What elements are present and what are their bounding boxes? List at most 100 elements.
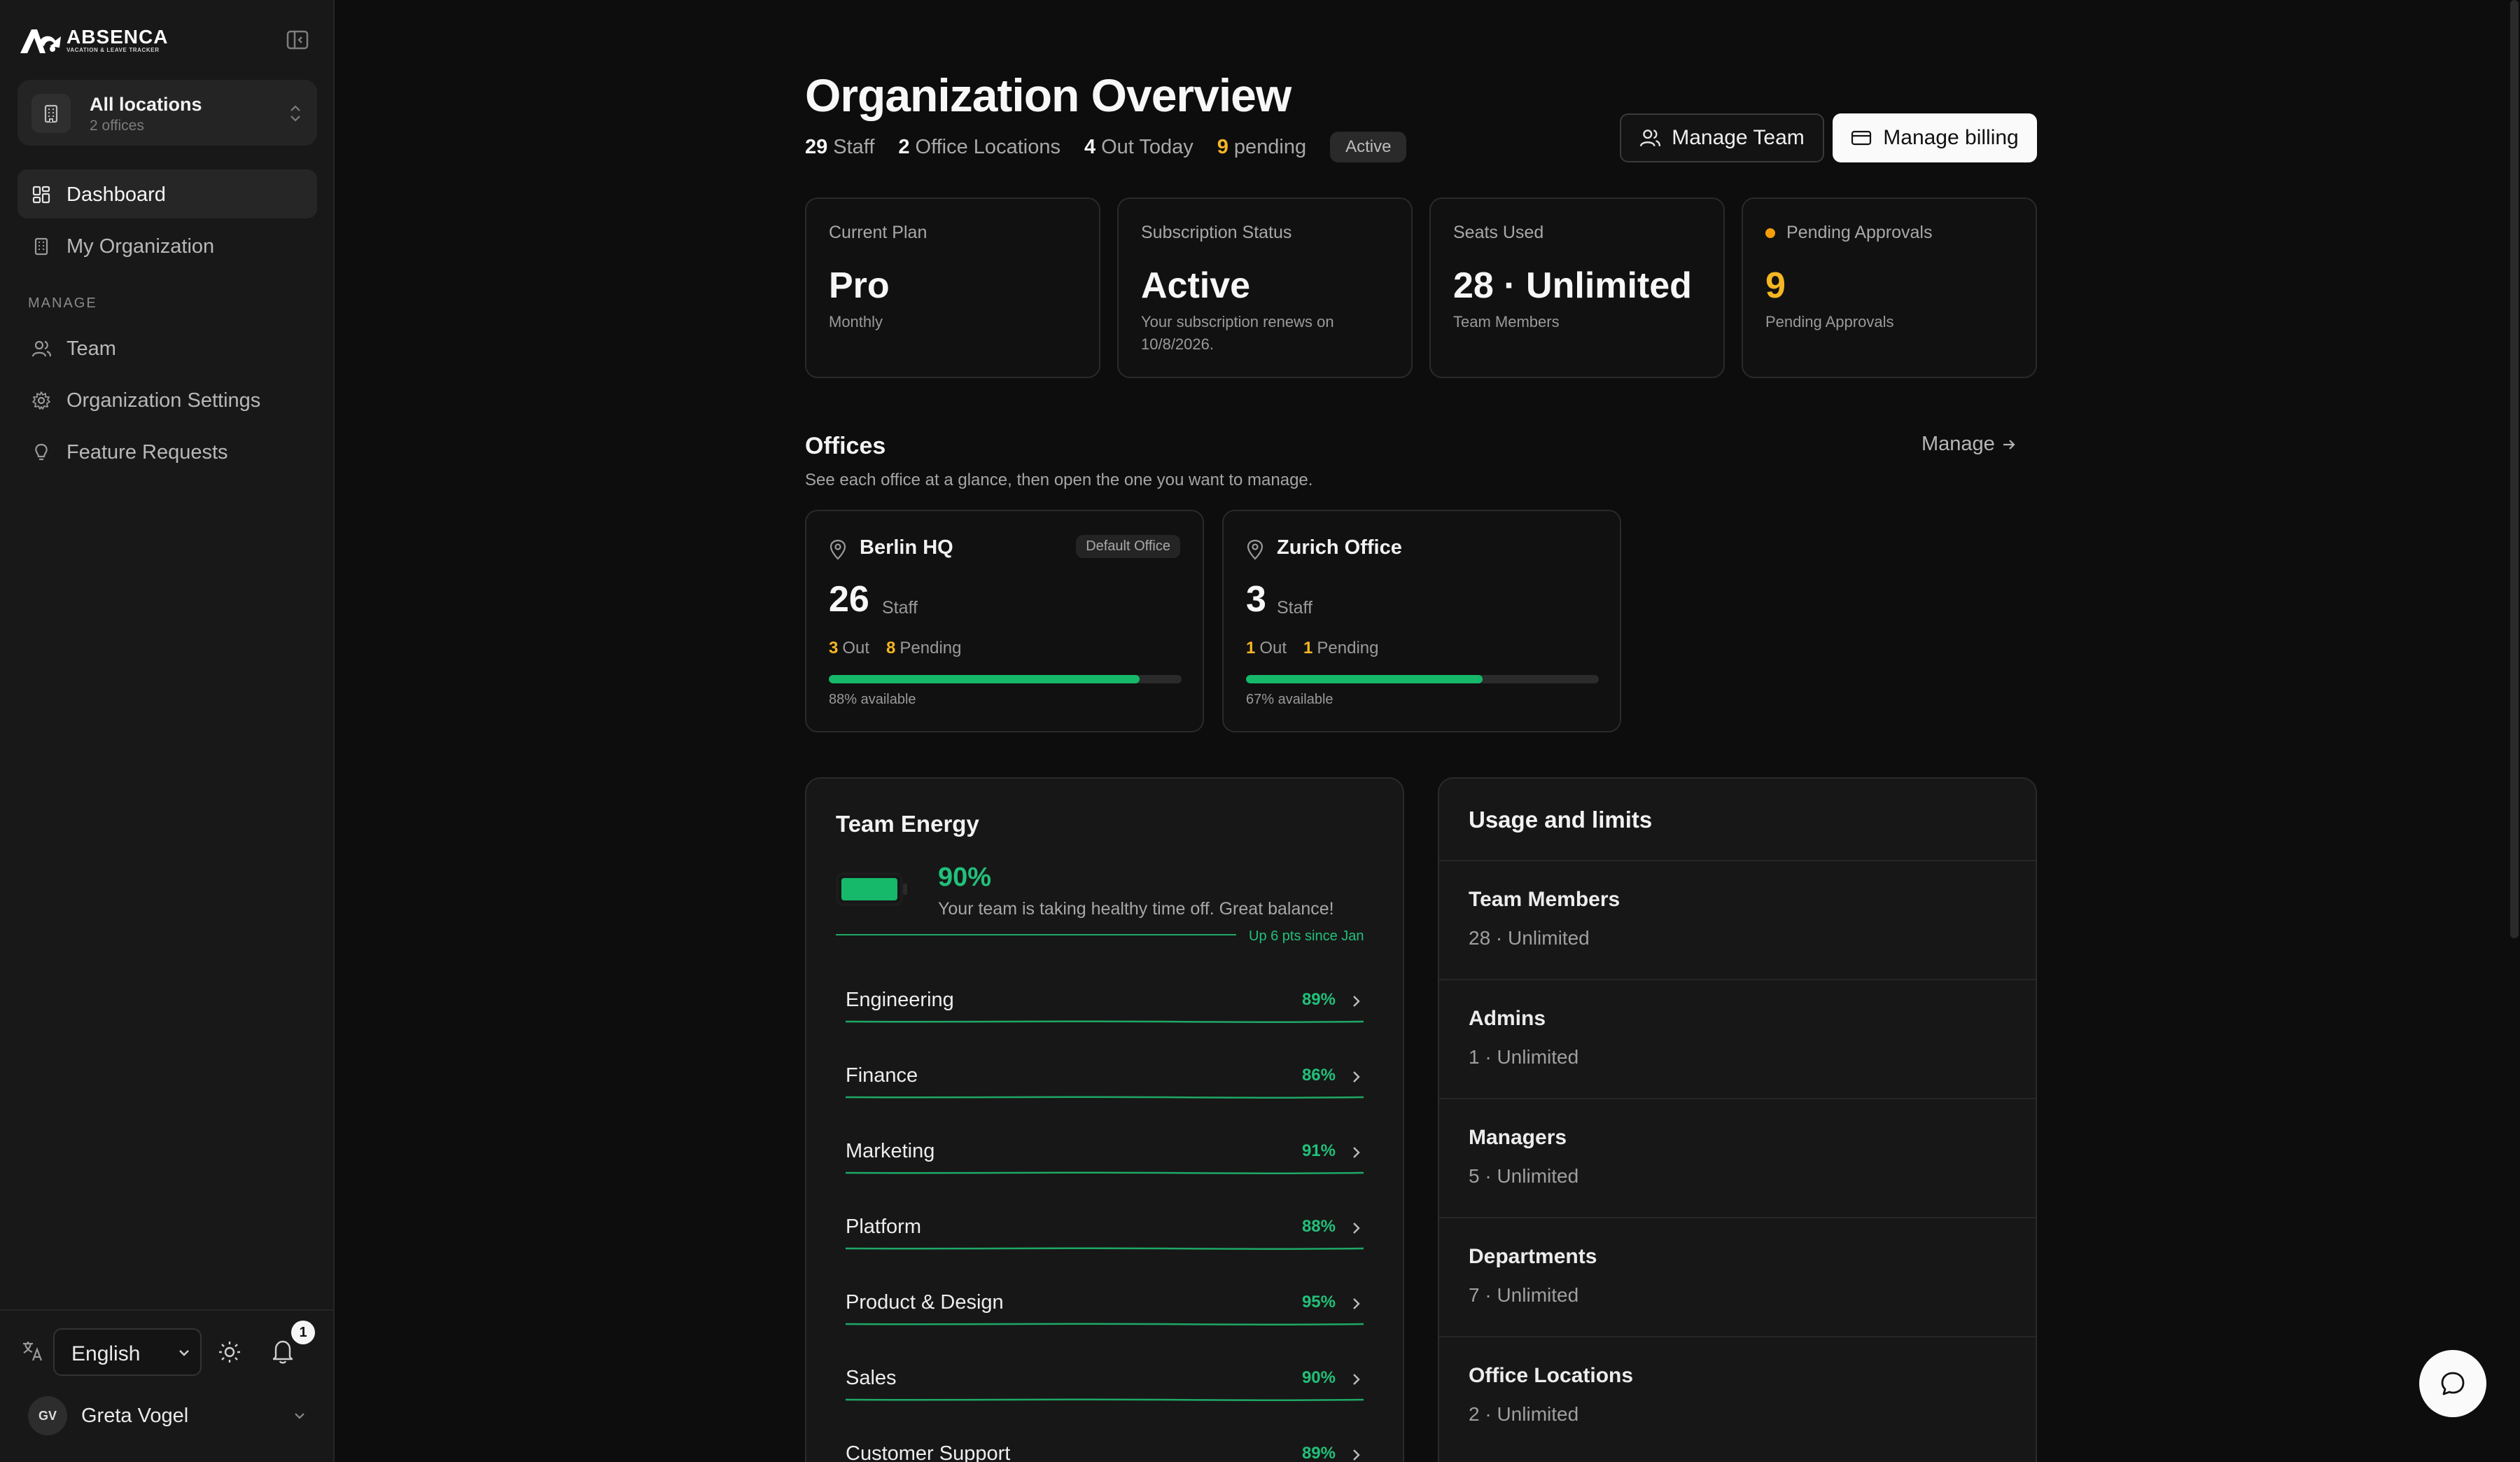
team-energy-message: Your team is taking healthy time off. Gr… (938, 899, 1334, 919)
usage-limits-panel: Usage and limits Team Members 28 · Unlimi… (1438, 777, 2037, 1462)
department-name: Platform (846, 1216, 921, 1238)
building-icon (34, 237, 48, 256)
kpi-label: Subscription Status (1141, 223, 1292, 242)
office-staff-label: Staff (882, 598, 918, 618)
availability-bar (829, 675, 1182, 683)
arrow-right-icon (2003, 439, 2015, 450)
avatar: GV (28, 1396, 67, 1435)
page-scrollbar[interactable] (2510, 0, 2519, 938)
usage-name: Team Members (1469, 888, 1620, 911)
usage-limits-title: Usage and limits (1469, 807, 1653, 833)
offices-subtitle: See each office at a glance, then open t… (805, 471, 1313, 489)
office-name: Berlin HQ (860, 536, 953, 559)
users-icon (31, 340, 51, 357)
stat-out-today: 4 Out Today (1084, 135, 1194, 158)
department-percent: 90% (1301, 1368, 1336, 1387)
manage-offices-link[interactable]: Manage (1921, 433, 2017, 456)
manage-team-label: Manage Team (1672, 126, 1805, 149)
office-card-zurich-office[interactable]: Zurich Office 3 Staff 1 Out 1 Pending 67% a… (1222, 510, 1621, 732)
office-meta: 3 Out 8 Pending (829, 639, 962, 657)
office-staff-count: 3 (1246, 579, 1266, 620)
user-menu[interactable]: GV Greta Vogel (28, 1396, 308, 1435)
department-row[interactable]: Sales 90% (846, 1367, 1364, 1442)
department-row[interactable]: Engineering 89% (846, 989, 1364, 1064)
nav-label-dashboard: Dashboard (66, 183, 166, 206)
usage-value: 7 · Unlimited (1469, 1284, 1579, 1306)
nav-label-my-organization: My Organization (66, 235, 215, 258)
sun-icon (219, 1342, 240, 1363)
team-energy-value: 90% (938, 863, 992, 892)
availability-label: 67% available (1246, 692, 1334, 707)
department-percent: 91% (1301, 1141, 1336, 1160)
department-percent: 89% (1301, 990, 1336, 1009)
department-name: Sales (846, 1367, 897, 1389)
pending-dot-icon (1765, 228, 1775, 239)
usage-value: 28 · Unlimited (1469, 927, 1590, 949)
nav-item-feature-requests[interactable]: Feature Requests (18, 427, 317, 476)
chevron-right-icon (1353, 996, 1360, 1007)
department-row[interactable]: Marketing 91% (846, 1140, 1364, 1216)
department-row[interactable]: Platform 88% (846, 1216, 1364, 1291)
manage-billing-label: Manage billing (1883, 126, 2019, 149)
header-stats: 29 Staff 2 Office Locations 4 Out Today 9 pe… (805, 132, 1407, 162)
collapse-sidebar-button[interactable] (286, 29, 309, 50)
chevron-down-icon (295, 1413, 304, 1419)
office-card-berlin-hq[interactable]: Berlin HQ Default Office 26 Staff 3 Out 8 P… (805, 510, 1204, 732)
department-name: Product & Design (846, 1291, 1004, 1314)
usage-row: Departments 7 · Unlimited (1439, 1217, 2036, 1336)
office-staff-label: Staff (1277, 598, 1312, 618)
location-switcher-title: All locations (90, 94, 202, 115)
users-icon (1640, 130, 1661, 147)
nav-item-my-organization[interactable]: My Organization (18, 221, 317, 270)
kpi-value: Active (1141, 265, 1251, 306)
logo-mark-icon (20, 29, 61, 53)
usage-name: Office Locations (1469, 1364, 1634, 1387)
chat-button[interactable] (2419, 1350, 2486, 1417)
stat-office-locations: 2 Office Locations (898, 135, 1060, 158)
kpi-subtext: Team Members (1453, 313, 1560, 330)
energy-trend-label: Up 6 pts since Jan (1249, 928, 1364, 944)
nav-item-organization-settings[interactable]: Organization Settings (18, 375, 317, 424)
department-sparkline (846, 1247, 1364, 1250)
chevron-right-icon (1353, 1147, 1360, 1158)
kpi-value: Pro (829, 265, 890, 306)
usage-row: Team Members 28 · Unlimited (1439, 860, 2036, 979)
nav-label-organization-settings: Organization Settings (66, 389, 261, 412)
lightbulb-icon (35, 443, 48, 461)
language-value: English (71, 1342, 141, 1365)
notifications-button[interactable] (270, 1338, 295, 1365)
sidebar: ABSENCA VACATION & LEAVE TRACKER All loc… (0, 0, 335, 1462)
location-switcher[interactable]: All locations 2 offices (18, 80, 317, 146)
kpi-card-current-plan: Current Plan Pro Monthly (805, 197, 1100, 378)
dashboard-icon (32, 186, 50, 204)
translate-icon (23, 1342, 43, 1361)
kpi-card-pending-approvals[interactable]: Pending Approvals 9 Pending Approvals (1742, 197, 2037, 378)
kpi-subtext: Pending Approvals (1765, 313, 1894, 330)
department-row[interactable]: Customer Support 89% (846, 1442, 1364, 1462)
manage-link-label: Manage (1921, 433, 1995, 455)
usage-row: Admins 1 · Unlimited (1439, 979, 2036, 1098)
brand-tagline: VACATION & LEAVE TRACKER (66, 47, 160, 53)
chevron-updown-icon (290, 105, 300, 122)
department-row[interactable]: Finance 86% (846, 1064, 1364, 1140)
sidebar-toggle-icon (286, 30, 309, 50)
stat-pending: 9 pending (1217, 135, 1307, 158)
chevron-right-icon (1353, 1449, 1360, 1461)
battery-icon (836, 872, 907, 906)
department-name: Engineering (846, 989, 954, 1011)
kpi-subtext: Monthly (829, 313, 883, 330)
brand-logo[interactable]: ABSENCA VACATION & LEAVE TRACKER (18, 25, 168, 56)
energy-trend-line (836, 934, 1236, 935)
nav-item-team[interactable]: Team (18, 323, 317, 373)
department-row[interactable]: Product & Design 95% (846, 1291, 1364, 1367)
nav-item-dashboard[interactable]: Dashboard (18, 169, 317, 218)
manage-billing-button[interactable]: Manage billing (1833, 113, 2037, 162)
theme-toggle-button[interactable] (217, 1339, 242, 1365)
manage-team-button[interactable]: Manage Team (1620, 113, 1824, 162)
usage-name: Admins (1469, 1007, 1546, 1030)
availability-bar-fill (829, 675, 1140, 683)
usage-name: Managers (1469, 1126, 1567, 1149)
team-energy-title: Team Energy (836, 811, 979, 837)
kpi-label: Current Plan (829, 223, 927, 242)
language-select[interactable]: English (53, 1328, 202, 1376)
